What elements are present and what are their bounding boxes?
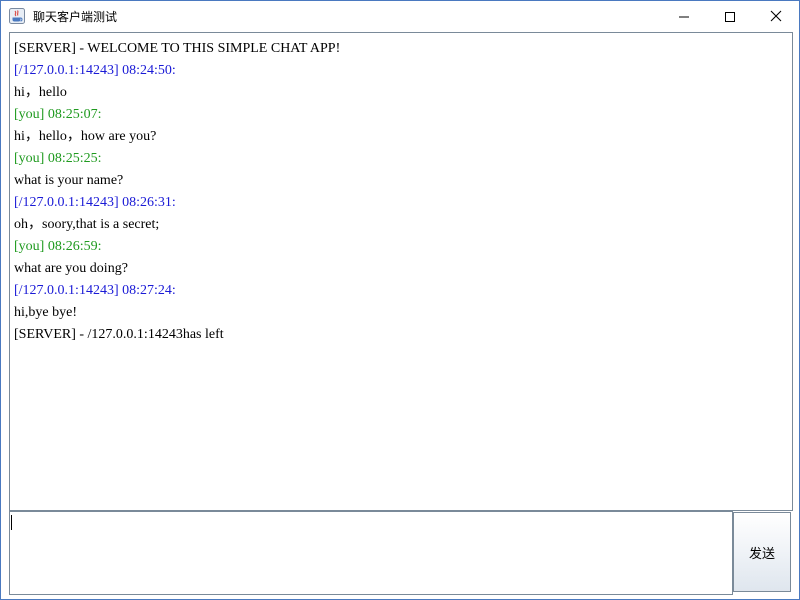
chat-line-peer: [/127.0.0.1:14243] 08:24:50: — [14, 63, 176, 78]
chat-line-text: hi,bye bye! — [14, 305, 77, 320]
chat-line-peer: [/127.0.0.1:14243] 08:26:31: — [14, 195, 176, 210]
message-input[interactable] — [9, 511, 733, 595]
java-icon — [9, 8, 25, 24]
minimize-icon — [679, 7, 689, 26]
text-caret — [11, 515, 12, 530]
chat-client-window: 聊天客户端测试 [SERVER] - WELCOME TO THIS SIMPL… — [0, 0, 800, 600]
chat-line-you: [you] 08:25:25: — [14, 151, 102, 166]
message-list: [SERVER] - WELCOME TO THIS SIMPLE CHAT A… — [10, 33, 792, 346]
minimize-button[interactable] — [661, 1, 707, 31]
chat-line-text: hi，hello，how are you? — [14, 129, 157, 144]
chat-line-server: [SERVER] - /127.0.0.1:14243has left — [14, 327, 224, 342]
title-bar[interactable]: 聊天客户端测试 — [1, 1, 799, 31]
chat-line-you: [you] 08:25:07: — [14, 107, 102, 122]
chat-line-text: oh，soory,that is a secret; — [14, 217, 160, 232]
chat-line-text: hi，hello — [14, 85, 67, 100]
send-button[interactable]: 发送 — [733, 512, 791, 592]
chat-history[interactable]: [SERVER] - WELCOME TO THIS SIMPLE CHAT A… — [9, 32, 793, 511]
window-title: 聊天客户端测试 — [33, 9, 118, 24]
maximize-button[interactable] — [707, 1, 753, 31]
maximize-icon — [725, 7, 735, 26]
chat-line-text: what is your name? — [14, 173, 124, 188]
window-controls — [661, 1, 799, 31]
close-button[interactable] — [753, 1, 799, 31]
chat-line-text: what are you doing? — [14, 261, 128, 276]
chat-line-you: [you] 08:26:59: — [14, 239, 102, 254]
close-icon — [770, 7, 782, 26]
chat-line-peer: [/127.0.0.1:14243] 08:27:24: — [14, 283, 176, 298]
chat-line-server: [SERVER] - WELCOME TO THIS SIMPLE CHAT A… — [14, 41, 341, 56]
